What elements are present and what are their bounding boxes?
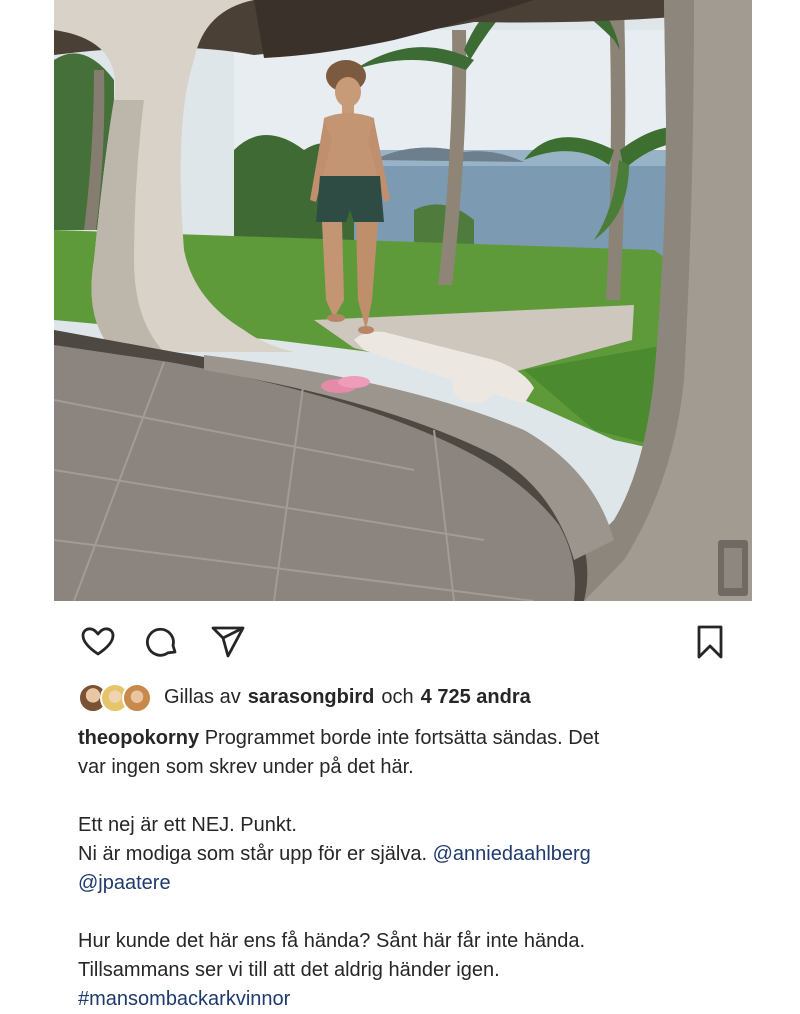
caption-text: Ni är modiga som står upp för er själva. (78, 843, 428, 865)
liker-username[interactable]: sarasongbird (248, 686, 375, 709)
likes-others-count[interactable]: 4 725 andra (421, 686, 531, 709)
save-button[interactable] (688, 620, 732, 664)
post-photo[interactable] (54, 0, 752, 601)
instagram-post: Gillas av sarasongbird och 4 725 andra t… (0, 0, 800, 1010)
hashtag-link[interactable]: #mansombackarkvinnor (78, 988, 290, 1010)
caption-username[interactable]: theopokorny (78, 727, 199, 749)
action-bar (0, 620, 800, 664)
comment-button[interactable] (140, 620, 184, 664)
caption-paragraph: #mansombackarkvinnor (78, 985, 758, 1014)
like-button[interactable] (76, 620, 120, 664)
likes-conjunction: och (381, 685, 414, 708)
caption-paragraph: @jpaatere (78, 869, 758, 898)
mention-link[interactable]: @anniedaahlberg (433, 843, 591, 865)
liker-avatars[interactable] (78, 682, 158, 713)
caption-paragraph: theopokorny Programmet borde inte fortsä… (78, 724, 758, 753)
share-button[interactable] (206, 620, 250, 664)
mention-link[interactable]: @jpaatere (78, 872, 171, 894)
likes-prefix: Gillas av (164, 685, 241, 708)
avatar (122, 683, 152, 713)
comment-icon (146, 627, 177, 657)
paper-plane-icon (211, 626, 245, 658)
photo-illustration (54, 0, 752, 601)
caption-text: Hur kunde det här ens få hända? Sånt här… (78, 930, 586, 952)
caption-text: var ingen som skrev under på det här. (78, 756, 414, 778)
caption-paragraph: Ni är modiga som står upp för er själva.… (78, 840, 758, 869)
caption-text: Programmet borde inte fortsätta sändas. … (204, 727, 600, 749)
caption-text: Tillsammans ser vi till att det aldrig h… (78, 959, 500, 981)
bookmark-icon (697, 625, 723, 659)
post-caption: theopokorny Programmet borde inte fortsä… (78, 724, 758, 1014)
likes-summary: Gillas av sarasongbird och 4 725 andra (78, 682, 531, 713)
caption-text: Ett nej är ett NEJ. Punkt. (78, 814, 297, 836)
heart-icon (81, 627, 115, 656)
